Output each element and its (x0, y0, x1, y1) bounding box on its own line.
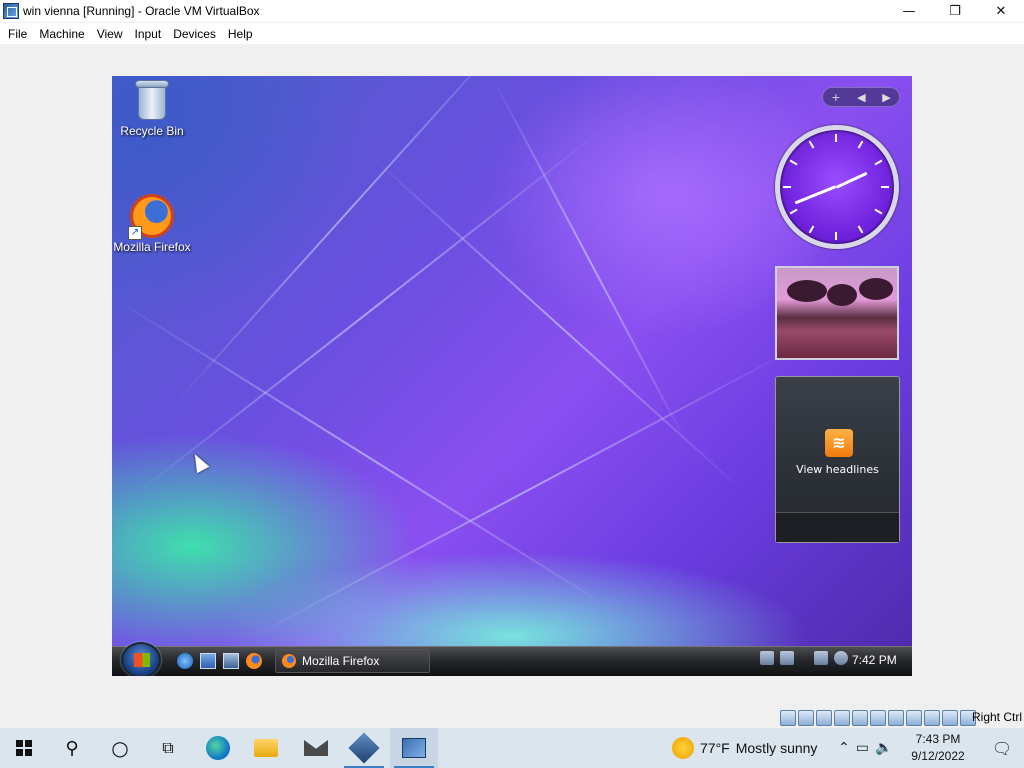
firefox-icon: ↗ (128, 194, 174, 240)
optical-drive-icon[interactable] (798, 710, 814, 726)
cortana-icon: ○ (111, 736, 129, 760)
guest-system-tray (760, 651, 848, 665)
action-center-button[interactable]: 🗨 (980, 728, 1024, 768)
sun-icon (672, 737, 694, 759)
mail-button[interactable] (292, 728, 340, 768)
wallpaper-streak (131, 126, 606, 498)
vt-x-icon[interactable] (924, 710, 940, 726)
feed-headlines-gadget[interactable]: ≋ View headlines (775, 376, 900, 543)
display-icon[interactable] (888, 710, 904, 726)
title-bar: win vienna [Running] - Oracle VM Virtual… (0, 0, 1024, 22)
guest-desktop[interactable]: Recycle Bin ↗ Mozilla Firefox + ◀ ▶ ≋ Vi… (112, 76, 912, 676)
wallpaper-streak (251, 345, 800, 638)
menu-file[interactable]: File (4, 27, 35, 41)
menu-view[interactable]: View (93, 27, 131, 41)
safely-remove-icon[interactable] (760, 651, 774, 665)
firefox-icon (282, 654, 296, 668)
sidebar-controls: + ◀ ▶ (822, 87, 900, 107)
tray-icon[interactable] (780, 651, 794, 665)
taskbar-button-label: Mozilla Firefox (302, 654, 380, 668)
vm-window-button[interactable] (390, 728, 438, 768)
show-hidden-icons-chevron-icon[interactable]: ⌃ (838, 740, 850, 756)
edge-button[interactable] (194, 728, 242, 768)
start-button[interactable] (0, 728, 48, 768)
network-icon[interactable] (814, 651, 828, 665)
switch-windows-icon[interactable] (223, 653, 239, 669)
rss-icon: ≋ (825, 429, 853, 457)
menu-machine[interactable]: Machine (35, 27, 92, 41)
vbox-status-bar: Right Ctrl (0, 706, 1024, 728)
host-taskbar: ⚲ ○ ⧉ 77°F Mostly sunny ⌃ ▭ 🔈 7:43 PM 9/… (0, 728, 1024, 768)
virtualbox-manager-button[interactable] (340, 728, 388, 768)
sidebar-next-button[interactable]: ▶ (882, 91, 890, 104)
task-view-icon: ⧉ (162, 738, 174, 757)
taskbar-button-firefox[interactable]: Mozilla Firefox (275, 649, 430, 673)
firefox-quicklaunch-icon[interactable] (246, 653, 262, 669)
close-button[interactable]: ✕ (978, 0, 1024, 22)
show-desktop-icon[interactable] (200, 653, 216, 669)
mouse-integration-icon[interactable] (942, 710, 958, 726)
network-adapter-icon[interactable] (834, 710, 850, 726)
start-orb-button[interactable] (121, 642, 161, 676)
clock-gadget[interactable] (775, 125, 899, 249)
wallpaper-streak (491, 76, 691, 449)
edge-icon (206, 736, 230, 760)
host-system-tray: ⌃ ▭ 🔈 (838, 728, 892, 768)
network-icon[interactable]: ▭ (856, 740, 869, 756)
shortcut-arrow-icon: ↗ (128, 226, 142, 240)
wallpaper-streak (371, 156, 745, 493)
search-icon: ⚲ (65, 737, 79, 759)
mouse-cursor-icon (188, 450, 210, 474)
weather-condition: Mostly sunny (735, 740, 818, 756)
view-headlines-link[interactable]: View headlines (776, 463, 899, 476)
internet-explorer-icon[interactable] (177, 653, 193, 669)
window-title: win vienna [Running] - Oracle VM Virtual… (23, 4, 260, 18)
folder-icon (254, 739, 278, 757)
desktop-icon-label: Recycle Bin (120, 124, 184, 138)
host-key-label: Right Ctrl (971, 710, 1022, 724)
clock-date: 9/12/2022 (911, 749, 965, 763)
desktop-icon-recycle-bin[interactable]: Recycle Bin (112, 78, 194, 138)
shared-folders-icon[interactable] (870, 710, 886, 726)
minimize-button[interactable]: — (886, 0, 932, 22)
volume-icon[interactable] (834, 651, 848, 665)
virtualbox-icon (348, 732, 380, 764)
host-clock[interactable]: 7:43 PM 9/12/2022 (902, 731, 974, 765)
recycle-bin-icon (134, 78, 170, 122)
search-button[interactable]: ⚲ (48, 728, 96, 768)
guest-clock[interactable]: 7:42 PM (852, 653, 897, 667)
cortana-button[interactable]: ○ (96, 728, 144, 768)
clock-time: 7:43 PM (915, 732, 961, 746)
menu-devices[interactable]: Devices (169, 27, 224, 41)
menu-input[interactable]: Input (131, 27, 170, 41)
volume-muted-icon[interactable]: 🔈 (875, 740, 892, 756)
task-view-button[interactable]: ⧉ (144, 728, 192, 768)
hard-disk-icon[interactable] (780, 710, 796, 726)
windows-logo-icon (16, 740, 32, 756)
file-explorer-button[interactable] (242, 728, 290, 768)
clock-hour-hand (835, 171, 868, 189)
audio-icon[interactable] (816, 710, 832, 726)
slideshow-gadget[interactable] (775, 266, 899, 360)
desktop-icon-label: Mozilla Firefox (113, 240, 191, 254)
windows-flag-icon (134, 653, 150, 667)
weather-widget[interactable]: 77°F Mostly sunny (672, 728, 817, 768)
clock-minute-hand (794, 185, 837, 205)
menu-bar: File Machine View Input Devices Help (0, 23, 1024, 44)
notification-icon: 🗨 (991, 738, 1013, 758)
menu-help[interactable]: Help (224, 27, 261, 41)
mail-icon (304, 740, 328, 756)
sidebar-prev-button[interactable]: ◀ (857, 91, 865, 104)
add-gadget-button[interactable]: + (831, 91, 840, 104)
maximize-button[interactable]: ❐ (932, 0, 978, 22)
virtualbox-app-icon (3, 3, 19, 19)
weather-temp: 77°F (700, 740, 730, 756)
video-capture-icon[interactable] (906, 710, 922, 726)
usb-icon[interactable] (852, 710, 868, 726)
vm-window-icon (402, 738, 426, 758)
desktop-icon-firefox[interactable]: ↗ Mozilla Firefox (112, 194, 194, 254)
